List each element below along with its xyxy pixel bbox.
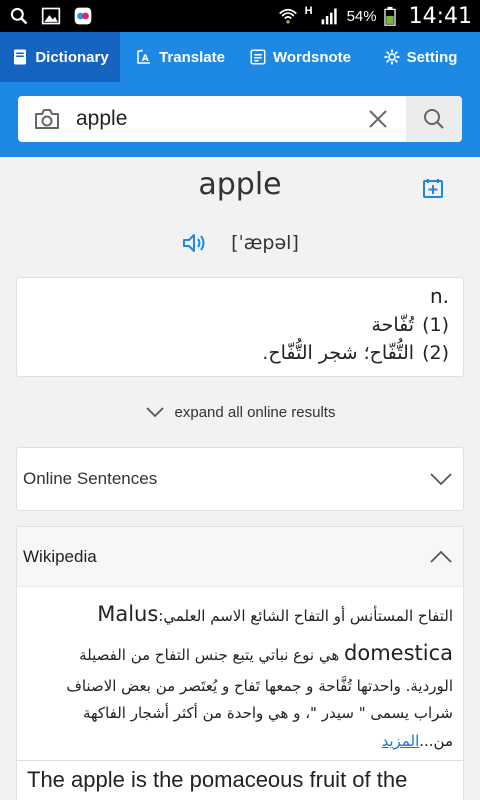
definition-text: تُفّاحة [371, 314, 415, 336]
search-input[interactable] [76, 96, 350, 142]
tab-label: Translate [159, 48, 225, 66]
tab-label: Setting [406, 48, 458, 66]
section-title: Online Sentences [23, 469, 158, 488]
search-icon [424, 109, 444, 129]
close-icon [369, 110, 387, 128]
status-bar: H 54% 14:41 [0, 0, 480, 32]
tab-bar: Dictionary A Translate Wordsnote Setting [0, 32, 480, 82]
wikipedia-text: التفاح المستأنس أو التفاح الشائع الاسم ا… [17, 587, 463, 766]
phonetic: [ˈæpəl] [231, 232, 299, 254]
notebook-icon [250, 49, 266, 65]
speaker-icon[interactable] [181, 231, 207, 255]
clear-button[interactable] [350, 108, 406, 130]
gear-icon [384, 49, 400, 65]
app-notification-icon [74, 7, 92, 25]
translate-icon: A [137, 49, 151, 64]
signal-icon [321, 8, 337, 25]
search-area [0, 82, 480, 157]
chevron-down-icon [145, 407, 164, 418]
tab-setting[interactable]: Setting [360, 32, 480, 82]
definition-item: التُّفّاح؛ شجر التُّفّاح. (2) [31, 342, 449, 364]
pronunciation: [ˈæpəl] [0, 231, 480, 255]
search-box [18, 96, 462, 142]
battery-percent: 54% [346, 7, 377, 25]
book-icon [14, 49, 27, 65]
wikipedia-header[interactable]: Wikipedia [17, 527, 463, 587]
camera-icon [35, 109, 59, 129]
expand-label: expand all online results [174, 403, 336, 421]
network-type: H [304, 5, 313, 17]
definition-number: (1) [422, 314, 449, 336]
entry-header: apple [ˈæpəl] [0, 157, 480, 277]
gallery-icon [41, 7, 61, 25]
definition-number: (2) [422, 342, 449, 364]
online-sentences-section[interactable]: Online Sentences [16, 447, 464, 511]
search-button[interactable] [406, 96, 462, 142]
search-icon [10, 7, 28, 25]
clock: 14:41 [408, 3, 472, 29]
chevron-down-icon [430, 473, 452, 486]
wikipedia-section: Wikipedia التفاح المستأنس أو التفاح الشا… [16, 526, 464, 767]
wiki-text-part: التفاح المستأنس أو التفاح الشائع الاسم ا… [158, 607, 453, 625]
tab-label: Dictionary [35, 48, 109, 66]
tab-translate[interactable]: A Translate [120, 32, 240, 82]
part-of-speech: n. [429, 284, 449, 308]
battery-icon [383, 6, 396, 26]
svg-text:A: A [142, 54, 149, 64]
headword: apple [198, 167, 282, 202]
section-title: Wikipedia [23, 546, 97, 566]
tab-wordsnote[interactable]: Wordsnote [240, 32, 360, 82]
more-link[interactable]: المزيد [382, 732, 420, 750]
definition-text: التُّفّاح؛ شجر التُّفّاح. [262, 342, 415, 364]
english-wiki-card: The apple is the pomaceous fruit of the [16, 760, 464, 800]
chevron-up-icon [430, 550, 452, 563]
add-to-wordsnote-icon[interactable] [422, 177, 444, 199]
tab-label: Wordsnote [272, 48, 352, 66]
expand-all-button[interactable]: expand all online results [0, 377, 480, 447]
definition-item: تُفّاحة (1) [31, 314, 449, 336]
camera-button[interactable] [18, 107, 76, 131]
tab-dictionary[interactable]: Dictionary [0, 32, 120, 82]
definition-card: n. تُفّاحة (1) التُّفّاح؛ شجر التُّفّاح.… [16, 277, 464, 377]
english-wiki-text: The apple is the pomaceous fruit of the [27, 767, 408, 792]
wifi-icon [278, 8, 297, 24]
